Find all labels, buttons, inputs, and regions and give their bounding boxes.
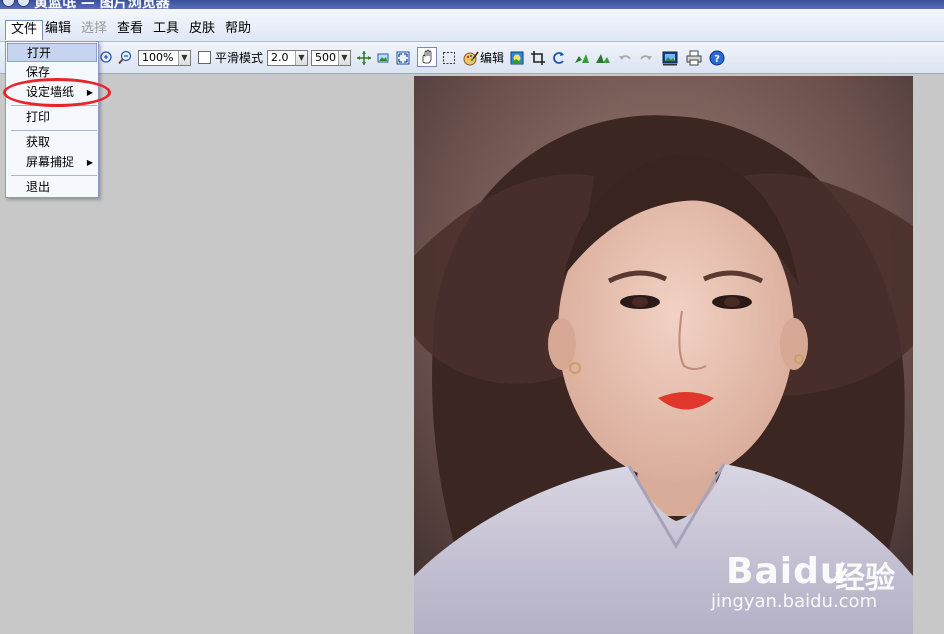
menu-help[interactable]: 帮助 <box>220 20 256 40</box>
chevron-down-icon: ▼ <box>295 51 307 65</box>
zoom-out-icon[interactable] <box>117 50 133 66</box>
menu-item-print[interactable]: 打印 <box>7 108 97 127</box>
select-rect-icon[interactable] <box>441 50 457 66</box>
window-title: 黄蓝氓 — 图片浏览器 <box>34 0 170 9</box>
menu-item-open-label: 打开 <box>27 46 52 60</box>
edit-label[interactable]: 编辑 <box>480 50 504 66</box>
smooth-mode-label: 平滑模式 <box>215 51 264 65</box>
menu-separator <box>11 175 97 176</box>
svg-text:?: ? <box>714 54 720 65</box>
menu-item-screen-capture[interactable]: 屏幕捕捉 ▶ <box>7 153 97 172</box>
menu-item-open[interactable]: 打开 <box>7 43 97 62</box>
menu-select[interactable]: 选择 <box>76 20 112 40</box>
print-icon[interactable] <box>686 50 702 66</box>
menu-file[interactable]: 文件 <box>5 20 44 40</box>
color-adjust-icon[interactable] <box>509 50 525 66</box>
zoom-select[interactable]: 100% ▼ <box>138 50 191 66</box>
menu-skin[interactable]: 皮肤 <box>184 20 220 40</box>
menu-edit[interactable]: 编辑 <box>40 20 76 40</box>
help-icon[interactable]: ? <box>709 50 725 66</box>
fit-window-icon[interactable] <box>356 50 372 66</box>
zoom-value: 100% <box>142 51 174 64</box>
size-select[interactable]: 500 ▼ <box>311 50 351 66</box>
window-menu-icon[interactable] <box>2 0 15 7</box>
rotate-icon[interactable] <box>551 50 567 66</box>
flip-horizontal-icon[interactable] <box>574 50 590 66</box>
menu-tools[interactable]: 工具 <box>148 20 184 40</box>
window-icon <box>17 0 30 7</box>
fullscreen-icon[interactable] <box>395 50 411 66</box>
redo-icon[interactable] <box>638 50 654 66</box>
menu-bar: 文件 编辑 选择 查看 工具 皮肤 帮助 <box>0 9 944 42</box>
menu-item-exit-label: 退出 <box>26 180 51 194</box>
ratio-value: 2.0 <box>271 51 289 64</box>
watermark-url: jingyan.baidu.com <box>711 591 878 612</box>
toolbar: 100% ▼ 平滑模式 2.0 ▼ 500 ▼ 编辑 ? <box>0 42 944 74</box>
menu-item-acquire[interactable]: 获取 <box>7 133 97 152</box>
hand-tool-icon[interactable] <box>417 47 437 67</box>
menu-separator <box>11 130 97 131</box>
chevron-down-icon: ▼ <box>338 51 350 65</box>
ratio-select[interactable]: 2.0 ▼ <box>267 50 308 66</box>
undo-icon[interactable] <box>617 50 633 66</box>
annotation-ring <box>3 78 111 107</box>
chevron-down-icon: ▼ <box>178 51 190 65</box>
zoom-in-icon[interactable] <box>98 50 114 66</box>
menu-view[interactable]: 查看 <box>112 20 148 40</box>
menu-item-acquire-label: 获取 <box>26 135 51 149</box>
file-menu-dropdown: 打开 保存 设定墙纸 ▶ 打印 获取 屏幕捕捉 ▶ 退出 <box>5 41 99 198</box>
menu-item-save-label: 保存 <box>26 65 51 79</box>
flip-vertical-icon[interactable] <box>595 50 611 66</box>
baidu-watermark: Baidu 经验 jingyan.baidu.com <box>711 535 916 615</box>
crop-icon[interactable] <box>530 50 546 66</box>
menu-item-exit[interactable]: 退出 <box>7 178 97 197</box>
menu-item-screen-capture-label: 屏幕捕捉 <box>26 155 75 169</box>
smooth-mode-checkbox[interactable] <box>198 51 211 64</box>
watermark-logo: Baidu <box>726 551 847 592</box>
window-titlebar: 黄蓝氓 — 图片浏览器 <box>0 0 944 9</box>
edit-icon[interactable] <box>463 50 479 66</box>
submenu-arrow-icon: ▶ <box>86 158 93 167</box>
menu-item-print-label: 打印 <box>26 110 51 124</box>
size-value: 500 <box>315 51 336 64</box>
slideshow-icon[interactable] <box>662 50 678 66</box>
actual-size-icon[interactable] <box>375 50 391 66</box>
